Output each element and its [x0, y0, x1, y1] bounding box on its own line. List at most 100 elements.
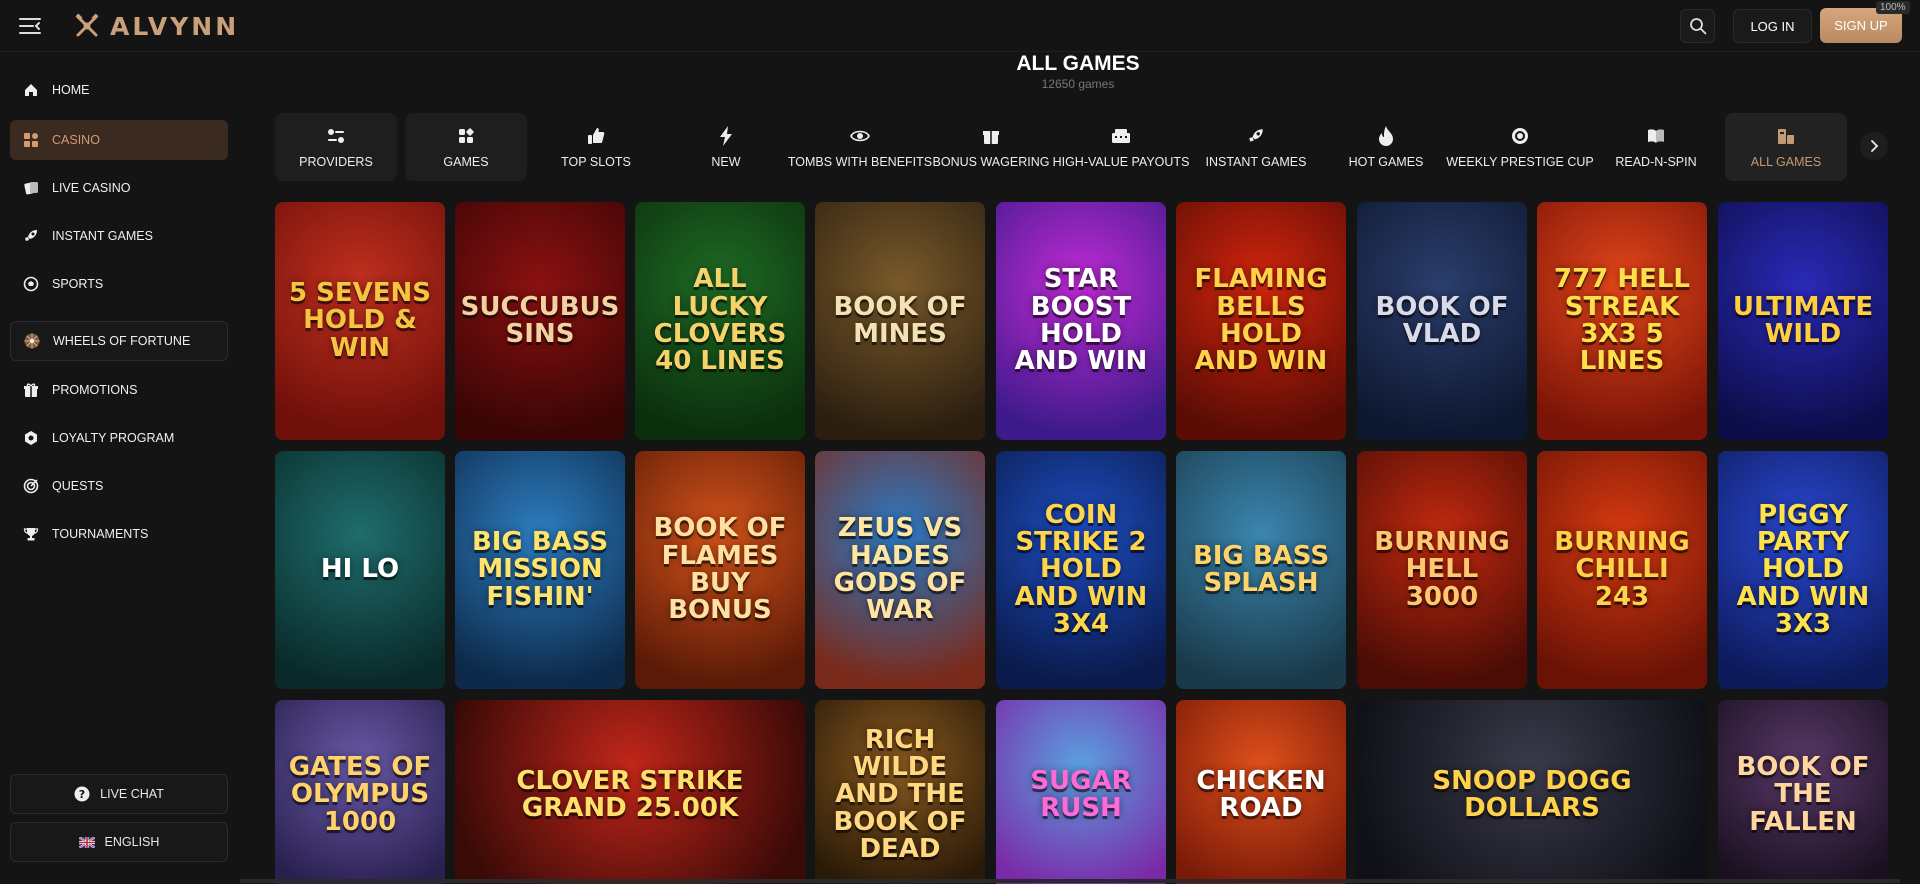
tab-label: PROVIDERS	[299, 154, 373, 169]
buildings-icon	[1776, 126, 1796, 146]
game-title: 777 Hell Streak 3x3 5 Lines	[1554, 264, 1690, 377]
game-tile[interactable]: Star Boost Hold and Win	[996, 202, 1166, 440]
game-title: Big Bass Mission Fishin'	[471, 527, 609, 612]
sidebar-item-label: PROMOTIONS	[52, 383, 138, 397]
sidebar-item-label: TOURNAMENTS	[52, 527, 149, 541]
game-title: 5 Sevens Hold & Win	[289, 278, 431, 363]
game-tile[interactable]: Succubus Sins	[455, 202, 625, 440]
category-next-button[interactable]	[1860, 132, 1888, 160]
sidebar-item-live-casino[interactable]: LIVE CASINO	[10, 168, 228, 208]
game-tile[interactable]: Sugar Rush	[996, 700, 1166, 884]
language-selector[interactable]: ENGLISH	[10, 822, 228, 862]
sidebar-item-instant-games[interactable]: INSTANT GAMES	[10, 216, 228, 256]
brand-logo[interactable]: ALVYNN	[74, 12, 239, 41]
game-tile[interactable]: Burning Chilli 243	[1537, 451, 1707, 689]
tab-label: TOP SLOTS	[561, 154, 631, 169]
tab-new[interactable]: NEW	[665, 113, 787, 181]
sliders-icon	[326, 126, 346, 146]
sidebar-item-sports[interactable]: SPORTS	[10, 264, 228, 304]
games-count: 12650 games	[1041, 77, 1115, 91]
flame-icon	[1376, 125, 1396, 146]
cash-register-icon	[1111, 126, 1131, 146]
sidebar: HOME CASINO LIVE CASINO INSTANT GAMES SP…	[0, 52, 236, 884]
category-bar: PROVIDERS GAMES TOP SLOTS NEW TOMBS WITH…	[275, 113, 1895, 183]
tab-tombs-with-benefits[interactable]: TOMBS WITH BENEFITS	[788, 113, 932, 181]
zoom-indicator: 100%	[1876, 1, 1910, 14]
sidebar-item-loyalty-program[interactable]: LOYALTY PROGRAM	[10, 418, 228, 458]
sidebar-item-quests[interactable]: QUESTS	[10, 466, 228, 506]
dice-icon	[456, 126, 476, 146]
tab-all-games[interactable]: ALL GAMES	[1725, 113, 1847, 181]
tab-label: INSTANT GAMES	[1205, 154, 1307, 169]
game-tile[interactable]: All Lucky Clovers 40 Lines	[635, 202, 805, 440]
game-tile[interactable]: Snoop Dogg Dollars	[1357, 700, 1707, 884]
medal-icon	[1510, 126, 1530, 146]
tab-games[interactable]: GAMES	[405, 113, 527, 181]
grid-icon	[22, 131, 40, 149]
game-title: Clover Strike Grand 25.00K	[516, 765, 744, 823]
game-title: Book of Vlad	[1375, 291, 1509, 349]
gift-box-icon	[981, 126, 1001, 146]
sidebar-item-label: INSTANT GAMES	[52, 229, 153, 243]
game-title: Hi Lo	[320, 554, 400, 585]
menu-toggle-button[interactable]	[12, 10, 48, 42]
chevron-right-icon	[1871, 140, 1879, 152]
game-tile[interactable]: Book of Vlad	[1357, 202, 1527, 440]
sidebar-item-wheels-of-fortune[interactable]: WHEELS OF FORTUNE	[10, 321, 228, 361]
sidebar-item-casino[interactable]: CASINO	[10, 120, 228, 160]
game-title: Book of Flames Buy Bonus	[653, 513, 787, 626]
game-title: Snoop Dogg Dollars	[1432, 765, 1632, 823]
search-button[interactable]	[1680, 9, 1715, 43]
game-title: Burning Hell 3000	[1374, 527, 1510, 612]
game-tile[interactable]: Flaming Bells Hold and Win	[1176, 202, 1346, 440]
game-tile[interactable]: Gates of Olympus 1000	[275, 700, 445, 884]
game-title: Sugar Rush	[1030, 765, 1132, 823]
tab-bonus-wagering[interactable]: BONUS WAGERING	[932, 113, 1050, 181]
game-tile[interactable]: Book of Flames Buy Bonus	[635, 451, 805, 689]
tab-hot-games[interactable]: HOT GAMES	[1325, 113, 1447, 181]
sidebar-item-label: QUESTS	[52, 479, 104, 493]
login-button[interactable]: LOG IN	[1733, 9, 1812, 43]
game-tile[interactable]: 5 Sevens Hold & Win	[275, 202, 445, 440]
tab-label: BONUS WAGERING	[932, 154, 1050, 169]
game-tile[interactable]: Ultimate Wild	[1718, 202, 1888, 440]
game-tile[interactable]: Burning Hell 3000	[1357, 451, 1527, 689]
help-icon: ?	[74, 786, 90, 802]
wheel-icon	[23, 332, 41, 350]
game-tile[interactable]: Chicken Road	[1176, 700, 1346, 884]
sidebar-item-promotions[interactable]: PROMOTIONS	[10, 370, 228, 410]
page-title: ALL GAMES	[1016, 52, 1140, 75]
tab-label: GAMES	[443, 154, 489, 169]
tab-high-value-payouts[interactable]: HIGH-VALUE PAYOUTS	[1053, 113, 1189, 181]
game-tile[interactable]: Zeus vs Hades Gods of War	[815, 451, 985, 689]
sidebar-item-tournaments[interactable]: TOURNAMENTS	[10, 514, 228, 554]
sidebar-item-label: HOME	[52, 83, 90, 97]
game-title: Big Bass Splash	[1192, 540, 1330, 598]
game-title: Book of the Fallen	[1736, 752, 1870, 837]
trophy-icon	[22, 525, 40, 543]
tab-top-slots[interactable]: TOP SLOTS	[535, 113, 657, 181]
sidebar-item-home[interactable]: HOME	[10, 70, 228, 110]
tab-weekly-prestige-cup[interactable]: WEEKLY PRESTIGE CUP	[1446, 113, 1594, 181]
live-chat-button[interactable]: ? LIVE CHAT	[10, 774, 228, 814]
game-tile[interactable]: Book of Mines	[815, 202, 985, 440]
horizontal-scrollbar[interactable]	[240, 879, 1900, 883]
game-tile[interactable]: Book of the Fallen	[1718, 700, 1888, 884]
game-tile[interactable]: Piggy Party Hold and Win 3x3	[1718, 451, 1888, 689]
game-tile[interactable]: Hi Lo	[275, 451, 445, 689]
game-tile[interactable]: Big Bass Mission Fishin'	[455, 451, 625, 689]
game-tile[interactable]: Rich Wilde and the Book of Dead	[815, 700, 985, 884]
tab-instant-games[interactable]: INSTANT GAMES	[1195, 113, 1317, 181]
game-title: Book of Mines	[833, 291, 967, 349]
game-title: Star Boost Hold and Win	[1014, 264, 1148, 377]
game-tile[interactable]: 777 Hell Streak 3x3 5 Lines	[1537, 202, 1707, 440]
tab-label: NEW	[711, 154, 741, 169]
menu-collapse-icon	[19, 18, 41, 34]
game-tile[interactable]: Clover Strike Grand 25.00K	[455, 700, 805, 884]
tab-providers[interactable]: PROVIDERS	[275, 113, 397, 181]
game-tile[interactable]: Coin Strike 2 Hold and Win 3x4	[996, 451, 1166, 689]
sidebar-item-label: LOYALTY PROGRAM	[52, 431, 175, 445]
svg-text:?: ?	[79, 788, 85, 801]
game-tile[interactable]: Big Bass Splash	[1176, 451, 1346, 689]
tab-read-n-spin[interactable]: READ-N-SPIN	[1595, 113, 1717, 181]
